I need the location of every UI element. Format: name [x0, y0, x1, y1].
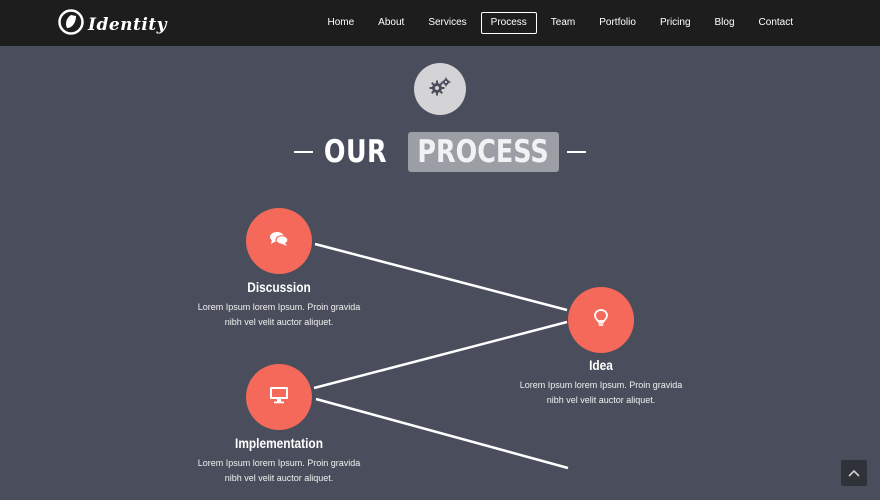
- step-idea-desc-line2: nibh vel velit auctor aliquet.: [546, 395, 656, 405]
- step-idea-circle: [568, 287, 634, 353]
- lightbulb-icon: [594, 308, 608, 332]
- chevron-up-icon: [848, 464, 860, 482]
- step-idea-desc: Lorem Ipsum lorem Ipsum. Proin gravida n…: [501, 378, 701, 408]
- step-idea-desc-line1: Lorem Ipsum lorem Ipsum. Proin gravida: [519, 380, 683, 390]
- step-idea-title: Idea: [589, 357, 613, 373]
- step-implementation-desc: Lorem Ipsum lorem Ipsum. Proin gravida n…: [179, 456, 379, 486]
- step-implementation-title: Implementation: [235, 435, 323, 451]
- step-implementation-desc-line1: Lorem Ipsum lorem Ipsum. Proin gravida: [197, 458, 361, 468]
- step-implementation-desc-line2: nibh vel velit auctor aliquet.: [224, 473, 334, 483]
- step-implementation-circle: [246, 364, 312, 430]
- step-discussion-desc-line2: nibh vel velit auctor aliquet.: [224, 317, 334, 327]
- step-discussion-desc-line1: Lorem Ipsum lorem Ipsum. Proin gravida: [197, 302, 361, 312]
- process-connector-lines: [313, 242, 569, 470]
- step-discussion-circle: [246, 208, 312, 274]
- chat-icon: [269, 231, 289, 252]
- monitor-icon: [269, 386, 289, 409]
- step-discussion-title: Discussion: [247, 279, 311, 295]
- step-discussion-desc: Lorem Ipsum lorem Ipsum. Proin gravida n…: [179, 300, 379, 330]
- back-to-top-button[interactable]: [841, 460, 867, 486]
